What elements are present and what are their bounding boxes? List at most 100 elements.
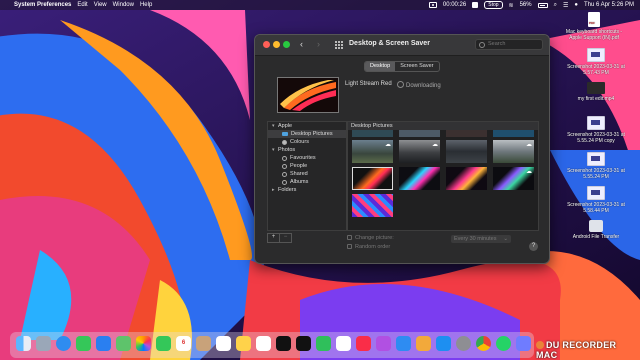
desktop-file-pdf[interactable]: Mac keyboard shortcuts - Apple Support (…	[560, 12, 628, 41]
cloud-download-icon: ☁	[385, 142, 391, 148]
help-button[interactable]: ?	[529, 242, 538, 251]
wallpaper-thumbnail[interactable]: ☁	[352, 140, 393, 163]
forward-chevron-icon[interactable]: ›	[317, 39, 320, 49]
wallpaper-thumbnail[interactable]: ☁	[399, 140, 440, 163]
desktop-file-screenshot[interactable]: Screenshot 2023-03-31 at 5.55.24 PM	[562, 152, 630, 180]
wallpaper-thumbnail[interactable]: ☁	[493, 167, 534, 190]
sidebar-item-shared[interactable]: Shared	[268, 170, 346, 178]
zoom-icon[interactable]	[283, 41, 290, 48]
keynote-icon[interactable]	[396, 336, 411, 351]
control-center-icon[interactable]: ☰	[563, 2, 568, 9]
battery-icon[interactable]	[537, 2, 548, 8]
drive-icon	[589, 220, 603, 232]
menu-bar: System Preferences Edit View Window Help…	[0, 0, 640, 10]
preview-icon[interactable]	[516, 336, 531, 351]
checkbox-icon[interactable]	[347, 235, 352, 240]
mail-icon[interactable]	[96, 336, 111, 351]
maps-icon[interactable]	[116, 336, 131, 351]
show-all-grid-icon[interactable]	[335, 41, 343, 49]
wallpaper-thumbnail-selected[interactable]	[352, 167, 393, 190]
checkbox-icon[interactable]	[347, 244, 352, 249]
wallpaper-thumbnail[interactable]	[352, 130, 393, 137]
facetime-icon[interactable]	[156, 336, 171, 351]
desktop-file-video[interactable]: my first edit.mp4	[562, 82, 630, 102]
finder-icon[interactable]	[16, 336, 31, 351]
wallpaper-thumbnail[interactable]	[352, 194, 393, 217]
sidebar-item-photos[interactable]: ▾ Photos	[268, 146, 346, 154]
menu-help[interactable]: Help	[140, 0, 152, 10]
siri-icon[interactable]: ●	[574, 2, 578, 8]
search-field[interactable]: Search	[475, 39, 543, 50]
appletv-icon[interactable]	[296, 336, 311, 351]
desktop-file-label: my first edit.mp4	[577, 96, 615, 102]
menu-app-name[interactable]: System Preferences	[14, 0, 71, 10]
contacts-icon[interactable]	[196, 336, 211, 351]
launchpad-icon[interactable]	[36, 336, 51, 351]
image-file-icon	[587, 116, 605, 130]
tab-screen-saver[interactable]: Screen Saver	[395, 62, 438, 71]
desktop-app-android-file-transfer[interactable]: Android File Transfer	[562, 220, 630, 240]
music-icon[interactable]	[356, 336, 371, 351]
change-interval-value: Every 30 minutes	[454, 236, 497, 242]
sidebar-item-folders[interactable]: ▸ Folders	[268, 186, 346, 194]
sidebar-item-albums[interactable]: Albums	[268, 178, 346, 186]
freeform-icon[interactable]	[256, 336, 271, 351]
minimize-icon[interactable]	[273, 41, 280, 48]
podcasts-icon[interactable]	[376, 336, 391, 351]
back-chevron-icon[interactable]: ‹	[300, 39, 303, 49]
menu-edit[interactable]: Edit	[77, 0, 87, 10]
stop-button[interactable]: Stop	[484, 1, 503, 9]
remove-folder-button[interactable]: −	[279, 234, 291, 242]
pages-icon[interactable]	[416, 336, 431, 351]
messages-icon[interactable]	[76, 336, 91, 351]
image-file-icon	[587, 186, 605, 200]
current-picture-name: Light Stream Red	[345, 81, 392, 87]
stop-icon[interactable]	[472, 2, 479, 8]
wallpaper-thumbnail[interactable]: ☁	[493, 140, 534, 163]
wallpaper-thumbnail[interactable]	[446, 140, 487, 163]
close-icon[interactable]	[263, 41, 270, 48]
sidebar-item-label: Photos	[278, 147, 296, 153]
wallpaper-thumbnail[interactable]	[446, 130, 487, 137]
system-preferences-icon[interactable]	[456, 336, 471, 351]
add-folder-button[interactable]: +	[268, 234, 279, 242]
change-picture-option[interactable]: Change picture:	[347, 235, 394, 241]
reminders-icon[interactable]	[216, 336, 231, 351]
desktop-file-screenshot[interactable]: Screenshot 2023-03-31 at 5.55.24 PM copy	[562, 116, 630, 144]
notes-icon[interactable]	[236, 336, 251, 351]
albums-icon	[282, 179, 287, 185]
sidebar-item-desktop-pictures[interactable]: Desktop Pictures	[268, 130, 346, 138]
desktop-file-screenshot[interactable]: Screenshot 2023-03-31 at 5.58.44 PM	[562, 186, 630, 214]
news-icon[interactable]	[336, 336, 351, 351]
search-menu-icon[interactable]: ⌕	[554, 2, 557, 9]
app-store-icon[interactable]	[436, 336, 451, 351]
change-interval-select[interactable]: Every 30 minutes ⌄	[451, 235, 511, 243]
menu-view[interactable]: View	[94, 0, 107, 10]
wallpaper-thumbnail[interactable]	[493, 130, 534, 137]
tv-icon[interactable]	[276, 336, 291, 351]
sidebar-item-colours[interactable]: Colours	[268, 138, 346, 146]
search-placeholder: Search	[488, 41, 506, 47]
sidebar-item-favourites[interactable]: Favourites	[268, 154, 346, 162]
sidebar-item-people[interactable]: People	[268, 162, 346, 170]
wallpaper-thumbnail[interactable]	[399, 167, 440, 190]
image-file-icon	[587, 48, 605, 62]
random-order-option[interactable]: Random order	[347, 244, 390, 250]
menu-window[interactable]: Window	[113, 0, 134, 10]
safari-icon[interactable]	[56, 336, 71, 351]
chrome-icon[interactable]	[476, 336, 491, 351]
wallpaper-thumbnail[interactable]	[399, 130, 440, 137]
sidebar-item-label: Favourites	[290, 155, 316, 161]
wallpaper-thumbnail[interactable]	[446, 167, 487, 190]
tab-desktop[interactable]: Desktop	[365, 62, 396, 71]
recorder-icon[interactable]	[428, 2, 437, 8]
photos-icon[interactable]	[136, 336, 151, 351]
whatsapp-icon[interactable]	[496, 336, 511, 351]
calendar-icon[interactable]: 6	[176, 336, 191, 351]
desktop-file-screenshot[interactable]: Screenshot 2023-03-31 at 5.57.43 PM	[562, 48, 630, 76]
sidebar-item-apple[interactable]: ▾ Apple	[268, 122, 346, 130]
window-titlebar[interactable]: ‹ › Desktop & Screen Saver Search	[255, 35, 549, 56]
wifi-icon[interactable]: ≋	[509, 2, 514, 9]
menubar-clock[interactable]: Thu 6 Apr 5:26 PM	[584, 2, 634, 8]
numbers-icon[interactable]	[316, 336, 331, 351]
